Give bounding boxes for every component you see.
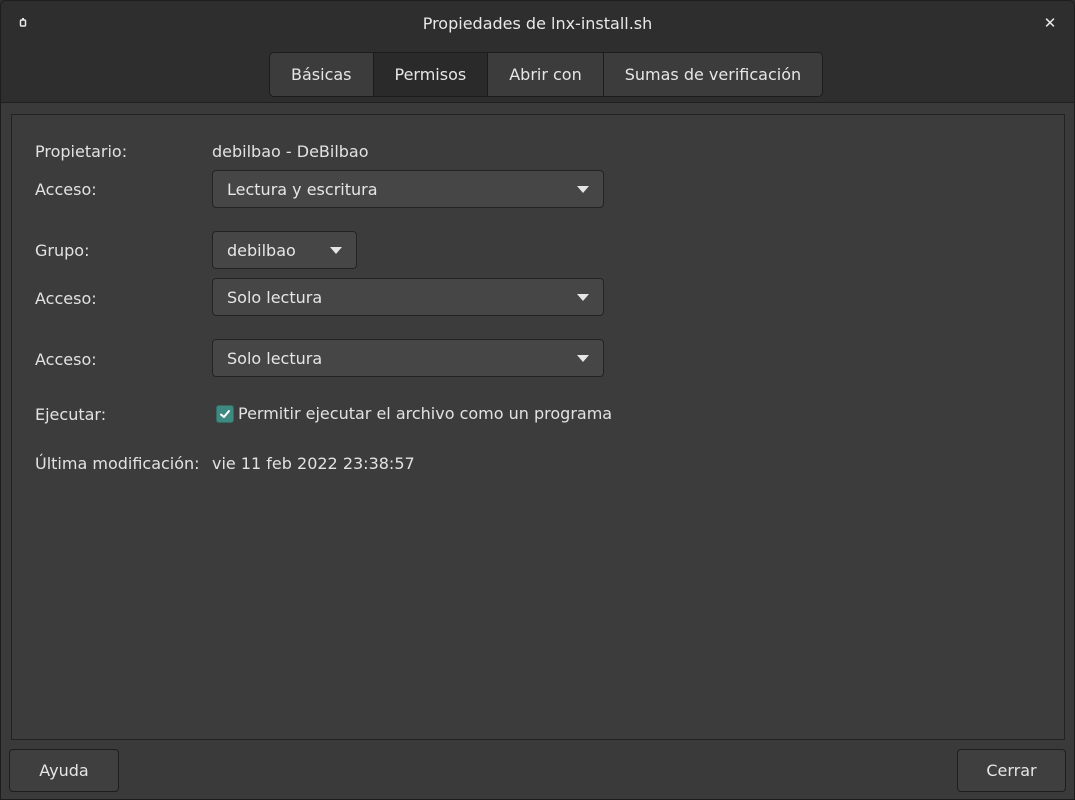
owner-access-dropdown[interactable]: Lectura y escritura xyxy=(212,170,604,208)
modified-value: vie 11 feb 2022 23:38:57 xyxy=(212,454,415,473)
others-access-label: Acceso: xyxy=(35,350,97,369)
help-button[interactable]: Ayuda xyxy=(9,749,119,792)
tab-abrir-con[interactable]: Abrir con xyxy=(488,53,604,96)
window-title: Propiedades de lnx-install.sh xyxy=(422,13,653,33)
modified-label: Última modificación: xyxy=(35,454,200,473)
close-icon[interactable]: ✕ xyxy=(1040,13,1060,33)
owner-label: Propietario: xyxy=(35,142,128,161)
tab-permisos[interactable]: Permisos xyxy=(373,53,489,96)
permissions-panel: Propietario: debilbao - DeBilbao Acceso:… xyxy=(11,114,1065,740)
chevron-down-icon xyxy=(577,293,589,301)
pin-icon xyxy=(19,18,27,27)
execute-checkbox-label[interactable]: Permitir ejecutar el archivo como un pro… xyxy=(238,404,612,423)
execute-label: Ejecutar: xyxy=(35,405,107,424)
group-label: Grupo: xyxy=(35,241,90,260)
chevron-down-icon xyxy=(577,185,589,193)
owner-access-label: Acceso: xyxy=(35,180,97,199)
execute-option: Permitir ejecutar el archivo como un pro… xyxy=(216,404,612,423)
properties-dialog: Propiedades de lnx-install.sh ✕ Básicas … xyxy=(0,0,1075,800)
tabs: Básicas Permisos Abrir con Sumas de veri… xyxy=(269,52,824,97)
group-access-dropdown[interactable]: Solo lectura xyxy=(212,278,604,316)
others-access-dropdown[interactable]: Solo lectura xyxy=(212,339,604,377)
owner-value: debilbao - DeBilbao xyxy=(212,142,369,161)
tab-sumas-verificacion[interactable]: Sumas de verificación xyxy=(603,53,823,96)
group-dropdown[interactable]: debilbao xyxy=(212,231,357,269)
group-access-value: Solo lectura xyxy=(227,287,323,307)
checkmark-icon xyxy=(220,409,230,418)
chevron-down-icon xyxy=(330,246,342,254)
close-button[interactable]: Cerrar xyxy=(957,749,1066,792)
tab-bar: Básicas Permisos Abrir con Sumas de veri… xyxy=(1,45,1074,103)
titlebar: Propiedades de lnx-install.sh ✕ xyxy=(1,1,1074,45)
group-value: debilbao xyxy=(227,240,296,260)
group-access-label: Acceso: xyxy=(35,289,97,308)
others-access-value: Solo lectura xyxy=(227,348,323,368)
chevron-down-icon xyxy=(577,354,589,362)
tab-basicas[interactable]: Básicas xyxy=(270,53,374,96)
execute-checkbox[interactable] xyxy=(216,404,234,423)
owner-access-value: Lectura y escritura xyxy=(227,179,378,199)
